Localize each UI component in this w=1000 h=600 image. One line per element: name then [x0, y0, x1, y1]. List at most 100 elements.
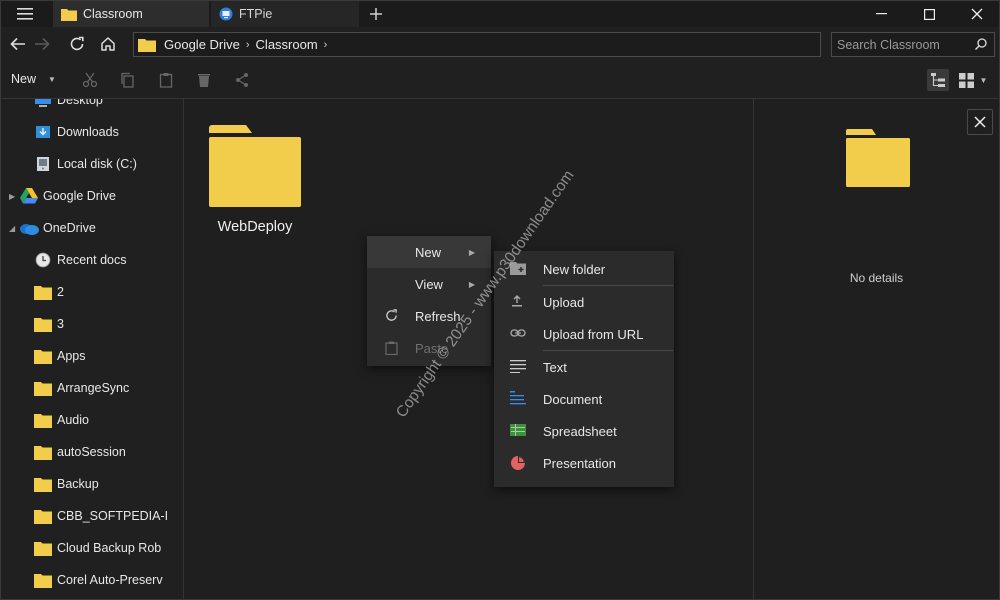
tree-view-icon	[931, 73, 945, 87]
share-button[interactable]	[232, 70, 252, 90]
context-menu-item-view[interactable]: View ▶	[367, 268, 491, 300]
folder-icon	[33, 413, 53, 428]
folder-icon	[846, 129, 910, 190]
forward-button[interactable]	[30, 32, 54, 56]
sidebar-item-label: Recent docs	[57, 253, 127, 267]
submenu-item-document[interactable]: Document	[494, 383, 674, 415]
menu-item-label: View	[415, 276, 443, 292]
tab-ftpie[interactable]: FTPie	[211, 1, 359, 27]
close-icon	[974, 116, 986, 128]
home-button[interactable]	[96, 32, 120, 56]
delete-button[interactable]	[194, 70, 214, 90]
sidebar-item-downloads[interactable]: Downloads	[1, 117, 183, 147]
tab-label: FTPie	[239, 7, 273, 21]
maximize-icon	[923, 8, 935, 20]
tab-classroom[interactable]: Classroom	[53, 1, 209, 27]
sidebar-item-corel-auto-preserve[interactable]: Corel Auto-Preserv	[1, 565, 183, 595]
back-button[interactable]	[6, 32, 30, 56]
sidebar-item-backup[interactable]: Backup	[1, 469, 183, 499]
submenu-item-upload[interactable]: Upload	[494, 286, 674, 318]
new-button[interactable]: New ▼	[11, 72, 56, 86]
sidebar-item-label: 3	[57, 317, 64, 331]
copy-button[interactable]	[117, 70, 137, 90]
navigation-bar: Google Drive › Classroom › Search Classr…	[1, 27, 999, 61]
hamburger-menu-button[interactable]	[1, 1, 49, 27]
new-folder-icon	[510, 261, 526, 275]
folder-icon	[33, 477, 53, 492]
paste-icon	[159, 73, 173, 88]
menu-item-label: Paste	[415, 340, 449, 356]
sidebar-item-desktop[interactable]: Desktop	[1, 99, 183, 115]
sidebar-item-label: Local disk (C:)	[57, 157, 137, 171]
details-pane-toggle[interactable]	[927, 69, 949, 91]
menu-item-label: Upload	[543, 294, 585, 310]
sidebar-item-google-drive[interactable]: ▶ Google Drive	[1, 181, 183, 211]
paste-button[interactable]	[156, 70, 176, 90]
expand-chevron-icon[interactable]: ▶	[9, 192, 15, 201]
sidebar-item-arrangesync[interactable]: ArrangeSync	[1, 373, 183, 403]
folder-icon	[33, 349, 53, 364]
close-icon	[971, 8, 983, 20]
sidebar-item-label: Backup	[57, 477, 99, 491]
collapse-chevron-icon[interactable]: ◢	[9, 224, 15, 233]
clock-icon	[33, 252, 53, 268]
close-details-button[interactable]	[967, 109, 993, 135]
minimize-button[interactable]	[857, 1, 905, 27]
menu-item-label: New	[415, 244, 442, 260]
submenu-item-text[interactable]: Text	[494, 351, 674, 383]
breadcrumb-google-drive[interactable]: Google Drive	[164, 37, 240, 52]
sidebar-item-label: Audio	[57, 413, 89, 427]
disk-icon	[33, 156, 53, 172]
sidebar-item-label: Cloud Backup Rob	[57, 541, 162, 555]
context-menu-item-paste[interactable]: Paste	[367, 332, 491, 364]
file-item-webdeploy[interactable]: WebDeploy	[205, 123, 305, 243]
app-window: Classroom FTPie Google Drive › Classroom…	[0, 0, 1000, 600]
sidebar-item-local-disk[interactable]: Local disk (C:)	[1, 149, 183, 179]
sidebar-item-label: autoSession	[57, 445, 126, 459]
sidebar-item-folder-2[interactable]: 2	[1, 277, 183, 307]
sidebar-item-autosession[interactable]: autoSession	[1, 437, 183, 467]
submenu-item-presentation[interactable]: Presentation	[494, 447, 674, 479]
ftpie-app-icon	[219, 7, 233, 21]
sidebar-item-cbb-softpedia[interactable]: CBB_SOFTPEDIA-I	[1, 501, 183, 531]
menu-item-label: Presentation	[543, 455, 616, 471]
submenu-arrow-icon: ▶	[468, 279, 475, 289]
context-menu-item-refresh[interactable]: Refresh	[367, 300, 491, 332]
new-button-label: New	[11, 72, 37, 86]
menu-item-label: Text	[543, 359, 567, 375]
new-submenu: New folder Upload Upload from URL Text D…	[494, 251, 674, 487]
sidebar-item-recent-docs[interactable]: Recent docs	[1, 245, 183, 275]
breadcrumb-classroom[interactable]: Classroom	[256, 37, 318, 52]
folder-icon	[33, 381, 53, 396]
desktop-icon	[33, 99, 53, 107]
view-mode-button[interactable]: ▼	[955, 69, 991, 91]
breadcrumb-chevron-icon[interactable]: ›	[324, 39, 328, 51]
cut-button[interactable]	[80, 70, 100, 90]
folder-icon	[33, 285, 53, 300]
sidebar-item-cloud-backup[interactable]: Cloud Backup Rob	[1, 533, 183, 563]
submenu-item-upload-from-url[interactable]: Upload from URL	[494, 318, 674, 350]
sidebar-item-folder-3[interactable]: 3	[1, 309, 183, 339]
share-icon	[236, 73, 248, 87]
context-menu-item-new[interactable]: New ▶	[367, 236, 491, 268]
minimize-icon	[875, 13, 887, 15]
sidebar-item-label: ArrangeSync	[57, 381, 130, 395]
submenu-item-new-folder[interactable]: New folder	[494, 253, 674, 285]
address-bar[interactable]: Google Drive › Classroom ›	[133, 32, 821, 57]
submenu-item-spreadsheet[interactable]: Spreadsheet	[494, 415, 674, 447]
new-tab-button[interactable]	[363, 1, 389, 27]
sidebar-item-onedrive[interactable]: ◢ OneDrive	[1, 213, 183, 243]
sidebar-item-apps[interactable]: Apps	[1, 341, 183, 371]
sidebar-item-audio[interactable]: Audio	[1, 405, 183, 435]
refresh-button[interactable]	[65, 32, 89, 56]
menu-item-label: Refresh	[415, 308, 461, 324]
maximize-button[interactable]	[905, 1, 953, 27]
close-window-button[interactable]	[953, 1, 999, 27]
search-icon[interactable]	[974, 37, 988, 54]
sidebar-item-label: 2	[57, 285, 64, 299]
search-input[interactable]: Search Classroom	[831, 32, 995, 57]
folder-icon	[33, 317, 53, 332]
folder-icon	[61, 8, 77, 21]
menu-item-label: New folder	[543, 261, 606, 277]
breadcrumb-separator-icon: ›	[245, 38, 250, 51]
